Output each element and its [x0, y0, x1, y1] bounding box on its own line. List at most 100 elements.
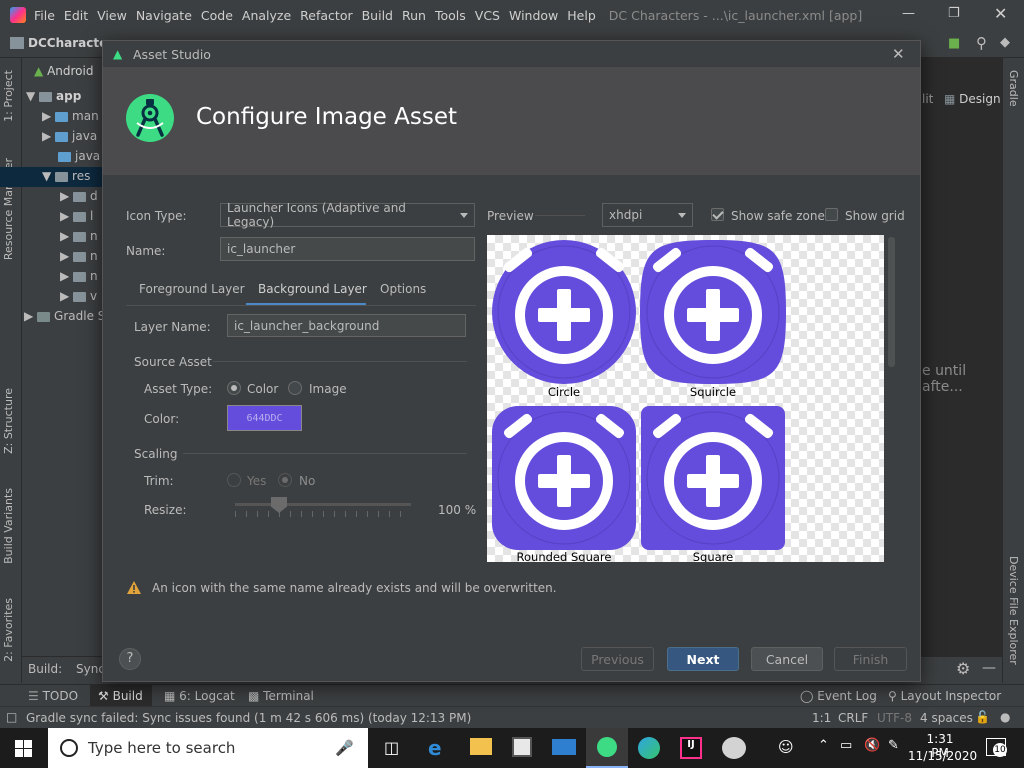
- tab-layout-inspector[interactable]: ⚲ Layout Inspector: [888, 689, 1001, 703]
- tab-foreground-layer[interactable]: Foreground Layer: [139, 282, 245, 296]
- trim-no-label[interactable]: No: [299, 474, 315, 488]
- tab-logcat[interactable]: ▦ 6: Logcat: [164, 689, 235, 703]
- menu-run[interactable]: Run: [402, 8, 426, 23]
- menu-edit[interactable]: Edit: [64, 8, 88, 23]
- lock-icon[interactable]: 🔓: [975, 710, 990, 724]
- tab-build-variants[interactable]: Build Variants: [2, 488, 15, 564]
- memory-indicator-icon[interactable]: ●: [1000, 710, 1010, 724]
- tab-project[interactable]: 1: Project: [2, 70, 15, 122]
- menu-window[interactable]: Window: [509, 8, 558, 23]
- edge-legacy-icon[interactable]: e: [428, 736, 442, 760]
- menu-view[interactable]: View: [97, 8, 127, 23]
- restore-icon[interactable]: ❐: [948, 6, 960, 21]
- menu-file[interactable]: File: [34, 8, 55, 23]
- show-safe-zone-label[interactable]: Show safe zone: [731, 209, 825, 223]
- gear-icon[interactable]: ⚙: [956, 659, 970, 678]
- speaker-muted-icon[interactable]: 🔇: [864, 738, 880, 753]
- tree-item-gradle-scripts[interactable]: ▶ Gradle S: [24, 309, 105, 323]
- finish-button[interactable]: Finish: [834, 647, 907, 671]
- previous-button[interactable]: Previous: [581, 647, 654, 671]
- indent-setting[interactable]: 4 spaces: [920, 711, 973, 725]
- tree-item-manifests[interactable]: ▶ man: [42, 109, 99, 123]
- menu-navigate[interactable]: Navigate: [136, 8, 192, 23]
- tree-item-drawable[interactable]: ▶ d: [60, 189, 98, 203]
- menu-help[interactable]: Help: [567, 8, 596, 23]
- tab-terminal[interactable]: ▩ Terminal: [248, 689, 314, 703]
- menu-refactor[interactable]: Refactor: [300, 8, 352, 23]
- mail-icon[interactable]: [552, 739, 576, 755]
- tree-item-mipmap-3[interactable]: ▶ n: [60, 269, 98, 283]
- paint-icon[interactable]: [722, 737, 746, 759]
- menu-vcs[interactable]: VCS: [475, 8, 500, 23]
- tab-gradle[interactable]: Gradle: [1007, 70, 1020, 107]
- asset-type-image-radio[interactable]: [288, 381, 302, 395]
- cancel-button[interactable]: Cancel: [751, 647, 823, 671]
- split-view-tab[interactable]: lit: [922, 92, 933, 106]
- name-input[interactable]: ic_launcher: [220, 237, 475, 261]
- store-icon[interactable]: [512, 737, 532, 757]
- taskbar-search[interactable]: Type here to search 🎤: [48, 728, 368, 768]
- tree-item-res[interactable]: ▼ res: [42, 169, 90, 183]
- trim-no-radio[interactable]: [278, 473, 292, 487]
- show-grid-label[interactable]: Show grid: [845, 209, 905, 223]
- tab-favorites[interactable]: 2: Favorites: [2, 598, 15, 662]
- microphone-icon[interactable]: 🎤: [335, 739, 354, 757]
- asset-type-color-label[interactable]: Color: [247, 382, 278, 396]
- show-safe-zone-checkbox[interactable]: [711, 208, 724, 221]
- tab-structure[interactable]: Z: Structure: [2, 388, 15, 454]
- caret-position[interactable]: 1:1: [812, 711, 831, 725]
- layer-name-input[interactable]: ic_launcher_background: [227, 314, 466, 337]
- tree-item-mipmap-2[interactable]: ▶ n: [60, 249, 98, 263]
- asset-type-image-label[interactable]: Image: [309, 382, 347, 396]
- intellij-icon[interactable]: IJ: [680, 737, 702, 759]
- preview-scrollbar[interactable]: [888, 237, 895, 367]
- file-encoding[interactable]: UTF-8: [877, 711, 912, 725]
- battery-icon[interactable]: ▭: [840, 738, 852, 753]
- resize-slider-track[interactable]: [235, 503, 411, 506]
- tree-item-java-generated[interactable]: java: [58, 149, 100, 163]
- menu-code[interactable]: Code: [201, 8, 233, 23]
- tab-device-file-explorer[interactable]: Device File Explorer: [1007, 556, 1020, 665]
- menu-analyze[interactable]: Analyze: [242, 8, 291, 23]
- tab-options[interactable]: Options: [380, 282, 426, 296]
- hide-panel-icon[interactable]: —: [982, 660, 996, 676]
- tab-event-log[interactable]: ◯ Event Log: [800, 689, 877, 703]
- help-button[interactable]: ?: [119, 648, 141, 670]
- status-toggle-icon[interactable]: □: [6, 710, 17, 724]
- search-icon[interactable]: ⚲: [976, 34, 987, 52]
- tab-background-layer[interactable]: Background Layer: [258, 282, 367, 296]
- task-view-icon[interactable]: ◫: [384, 738, 399, 757]
- project-view-selector[interactable]: ▲ Android: [34, 64, 93, 78]
- color-swatch-button[interactable]: 644DDC: [227, 405, 302, 431]
- tray-chevron-icon[interactable]: ⌃: [818, 738, 829, 753]
- menu-build[interactable]: Build: [362, 8, 393, 23]
- trim-yes-radio[interactable]: [227, 473, 241, 487]
- status-message[interactable]: Gradle sync failed: Sync issues found (1…: [26, 711, 471, 725]
- notifications-icon[interactable]: 10: [986, 738, 1007, 757]
- windows-start-icon[interactable]: [15, 740, 32, 757]
- asset-type-color-radio[interactable]: [227, 381, 241, 395]
- next-button[interactable]: Next: [667, 647, 739, 671]
- line-separator[interactable]: CRLF: [838, 711, 868, 725]
- show-grid-checkbox[interactable]: [825, 208, 838, 221]
- density-select[interactable]: xhdpi: [602, 203, 693, 227]
- tab-build[interactable]: ⚒ Build: [98, 689, 143, 703]
- file-explorer-icon[interactable]: [470, 738, 492, 755]
- edge-icon[interactable]: [638, 737, 660, 759]
- icon-type-select[interactable]: Launcher Icons (Adaptive and Legacy): [220, 201, 475, 229]
- tree-item-app[interactable]: ▼ app: [26, 89, 81, 103]
- network-icon[interactable]: ✎: [888, 738, 899, 753]
- menu-tools[interactable]: Tools: [435, 8, 466, 23]
- tree-item-java[interactable]: ▶ java: [42, 129, 97, 143]
- minimize-icon[interactable]: —: [902, 6, 915, 21]
- design-view-tab[interactable]: ▦ Design: [944, 92, 1001, 106]
- tree-item-mipmap[interactable]: ▶ n: [60, 229, 98, 243]
- tree-item-values[interactable]: ▶ v: [60, 289, 97, 303]
- clock-date[interactable]: 11/15/2020: [908, 749, 977, 763]
- build-sync-tab[interactable]: Sync: [76, 662, 105, 676]
- tab-todo[interactable]: ☰ TODO: [28, 689, 78, 703]
- dialog-close-icon[interactable]: ✕: [892, 45, 905, 63]
- close-icon[interactable]: ✕: [994, 4, 1007, 23]
- people-icon[interactable]: ☺: [778, 738, 794, 756]
- device-icon[interactable]: ■: [948, 36, 960, 51]
